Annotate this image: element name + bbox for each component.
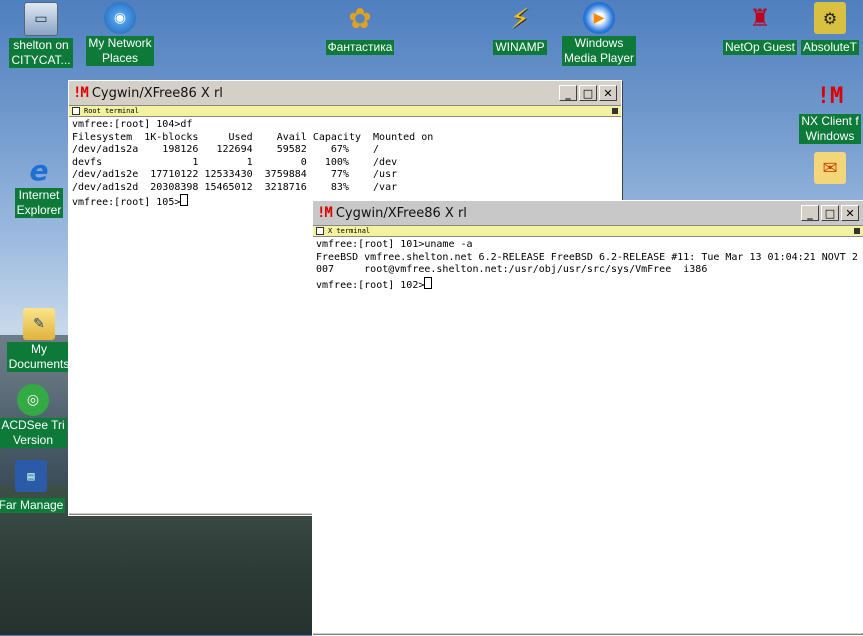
window-titlebar[interactable]: !M Cygwin/XFree86 X rl _ □ ✕ (69, 81, 621, 105)
desktop-icon-label: AbsoluteT (800, 40, 860, 55)
xterm-title-bar[interactable]: Root terminal (69, 105, 621, 117)
window-titlebar[interactable]: !M Cygwin/XFree86 X rl _ □ ✕ (313, 201, 863, 225)
terminal-prompt: vmfree:[root] 102> (316, 279, 425, 291)
window-title: Cygwin/XFree86 X rl (335, 205, 467, 221)
mail-icon: ✉ (814, 152, 846, 184)
terminal-line: devfs 1 1 0 100% /dev (72, 156, 398, 168)
desktop-icon-mail[interactable]: ✉ (797, 152, 863, 186)
desktop-icon-my-network[interactable]: ◉ My Network Places (77, 2, 163, 66)
cygwin-x-icon: !M (73, 85, 89, 101)
terminal-prompt: vmfree:[root] 105> (72, 197, 181, 208)
maximize-button[interactable]: □ (579, 85, 597, 101)
desktop-icon-winamp[interactable]: ⚡ WINAMP (477, 2, 563, 55)
desktop-icon-label: Фантастика (325, 40, 395, 55)
desktop-icon-label: shelton on CITYCAT... (9, 38, 73, 68)
maximize-button[interactable]: □ (821, 205, 839, 221)
desktop-icon-fantastika[interactable]: ✿ Фантастика (317, 2, 403, 55)
desktop-icon-label: Windows Media Player (561, 36, 637, 66)
desktop-icon-media-player[interactable]: ▶ Windows Media Player (556, 2, 642, 66)
terminal-cursor (180, 194, 189, 206)
xterm-title-bar[interactable]: X terminal (313, 225, 863, 237)
msn-butterfly-icon: ✿ (348, 1, 372, 35)
desktop-icon-label: ACDSee Tri Version (0, 418, 67, 448)
far-icon: ▤ (15, 460, 47, 492)
computer-icon: ▭ (24, 2, 58, 36)
desktop-icon-absolute[interactable]: ⚙ AbsoluteT (797, 2, 863, 55)
close-button[interactable]: ✕ (599, 85, 617, 101)
desktop-icon-label: WINAMP (493, 40, 547, 55)
terminal-line: vmfree:[root] 101>uname -a (316, 239, 473, 250)
desktop-icon-label: NetOp Guest (722, 40, 798, 55)
terminal-output[interactable]: vmfree:[root] 101>uname -a FreeBSD vmfree… (313, 237, 863, 633)
window-resize-icon[interactable] (612, 108, 618, 114)
cygwin-x-icon: !M (317, 205, 333, 221)
netop-icon: ♜ (749, 4, 771, 32)
desktop-icon-label: My Documents (6, 342, 72, 372)
nx-icon: !M (816, 83, 844, 109)
documents-icon: ✎ (23, 308, 55, 340)
terminal-line: FreeBSD vmfree.shelton.net 6.2-RELEASE F… (316, 251, 858, 263)
terminal-line: Filesystem 1K-blocks Used Avail Capacity… (72, 131, 434, 143)
window-title: Cygwin/XFree86 X rl (91, 85, 223, 101)
close-button[interactable]: ✕ (841, 205, 859, 221)
window-menu-icon[interactable] (72, 107, 80, 115)
absolute-icon: ⚙ (814, 2, 846, 34)
network-icon: ◉ (104, 2, 136, 34)
xterm-title: X terminal (328, 227, 371, 235)
terminal-line: /dev/ad1s2d 20308398 15465012 3218716 83… (72, 181, 398, 193)
acdsee-icon: ◎ (17, 384, 49, 416)
desktop-icon-shelton[interactable]: ▭ shelton on CITYCAT... (0, 2, 84, 68)
terminal-cursor (424, 276, 433, 289)
terminal-line: /dev/ad1s2a 198126 122694 59582 67% / (72, 144, 380, 155)
media-player-icon: ▶ (583, 2, 615, 34)
terminal-line: /dev/ad1s2e 17710122 12533430 3759884 77… (72, 169, 398, 180)
desktop-icon-label: Internet Explorer (14, 188, 64, 218)
xterm-window-x[interactable]: !M Cygwin/XFree86 X rl _ □ ✕ X terminal … (312, 200, 863, 636)
window-resize-icon[interactable] (854, 228, 860, 234)
minimize-button[interactable]: _ (801, 205, 819, 221)
desktop-icon-netop[interactable]: ♜ NetOp Guest (717, 2, 803, 55)
desktop-icon-label: NX Client f Windows (799, 114, 861, 144)
desktop-icon-nx-client[interactable]: !M NX Client f Windows (797, 80, 863, 144)
ie-icon: e (29, 153, 49, 187)
desktop-icon-label: Far Manage (0, 498, 66, 513)
terminal-line: vmfree:[root] 104>df (72, 119, 193, 130)
terminal-line: 007 root@vmfree.shelton.net:/usr/obj/usr… (316, 264, 708, 275)
window-menu-icon[interactable] (316, 227, 324, 235)
xterm-title: Root terminal (84, 107, 139, 115)
winamp-icon: ⚡ (510, 1, 530, 35)
desktop-icon-far-manager[interactable]: ▤ Far Manage (0, 460, 74, 513)
desktop-icon-label: My Network Places (86, 36, 154, 66)
desktop-icon-acdsee[interactable]: ◎ ACDSee Tri Version (0, 384, 76, 448)
minimize-button[interactable]: _ (559, 85, 577, 101)
